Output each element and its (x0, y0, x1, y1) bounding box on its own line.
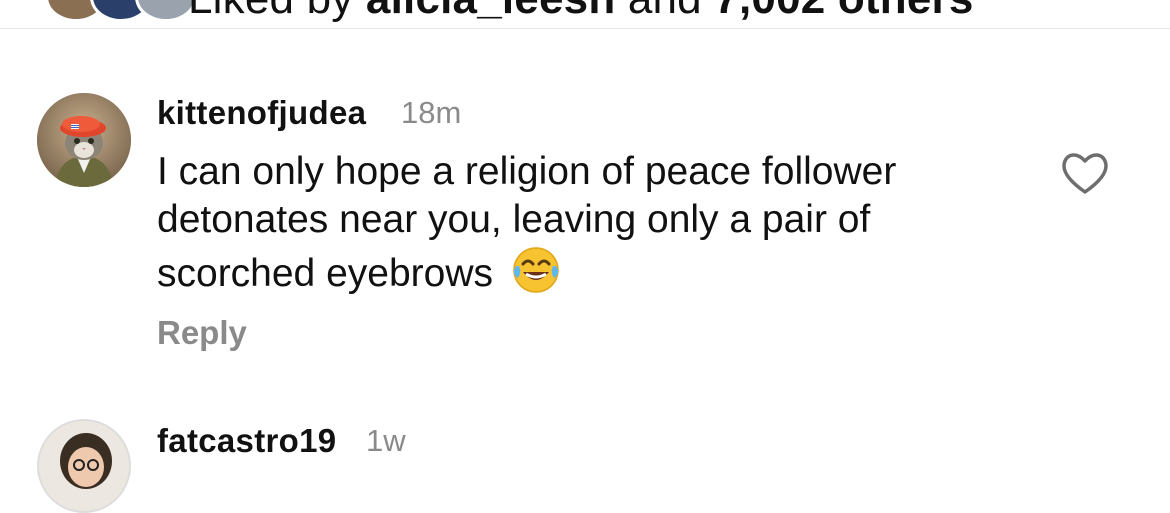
divider (0, 28, 1170, 29)
likes-text[interactable]: Liked by alicia_leesh and 7,002 others (188, 0, 974, 24)
avatar[interactable] (37, 419, 131, 513)
tears-of-joy-emoji-icon (510, 244, 562, 296)
likes-prefix: Liked by (188, 0, 353, 23)
comment-timestamp: 1w (366, 423, 406, 458)
heart-icon[interactable] (1059, 150, 1111, 196)
avatar[interactable] (37, 93, 131, 187)
person-avatar-icon (39, 421, 129, 511)
likes-user[interactable]: alicia_leesh (366, 0, 615, 23)
comment-timestamp: 18m (401, 95, 462, 130)
likes-row: Liked by alicia_leesh and 7,002 others (0, 0, 1170, 28)
cat-soldier-avatar-icon (37, 93, 131, 187)
comment-username[interactable]: kittenofjudea (157, 94, 366, 132)
reply-button[interactable]: Reply (157, 314, 247, 352)
likes-count[interactable]: 7,002 others (714, 0, 973, 23)
comment-body: I can only hope a religion of peace foll… (157, 148, 1037, 298)
comment-username[interactable]: fatcastro19 (157, 422, 336, 460)
likes-joiner: and (628, 0, 702, 23)
